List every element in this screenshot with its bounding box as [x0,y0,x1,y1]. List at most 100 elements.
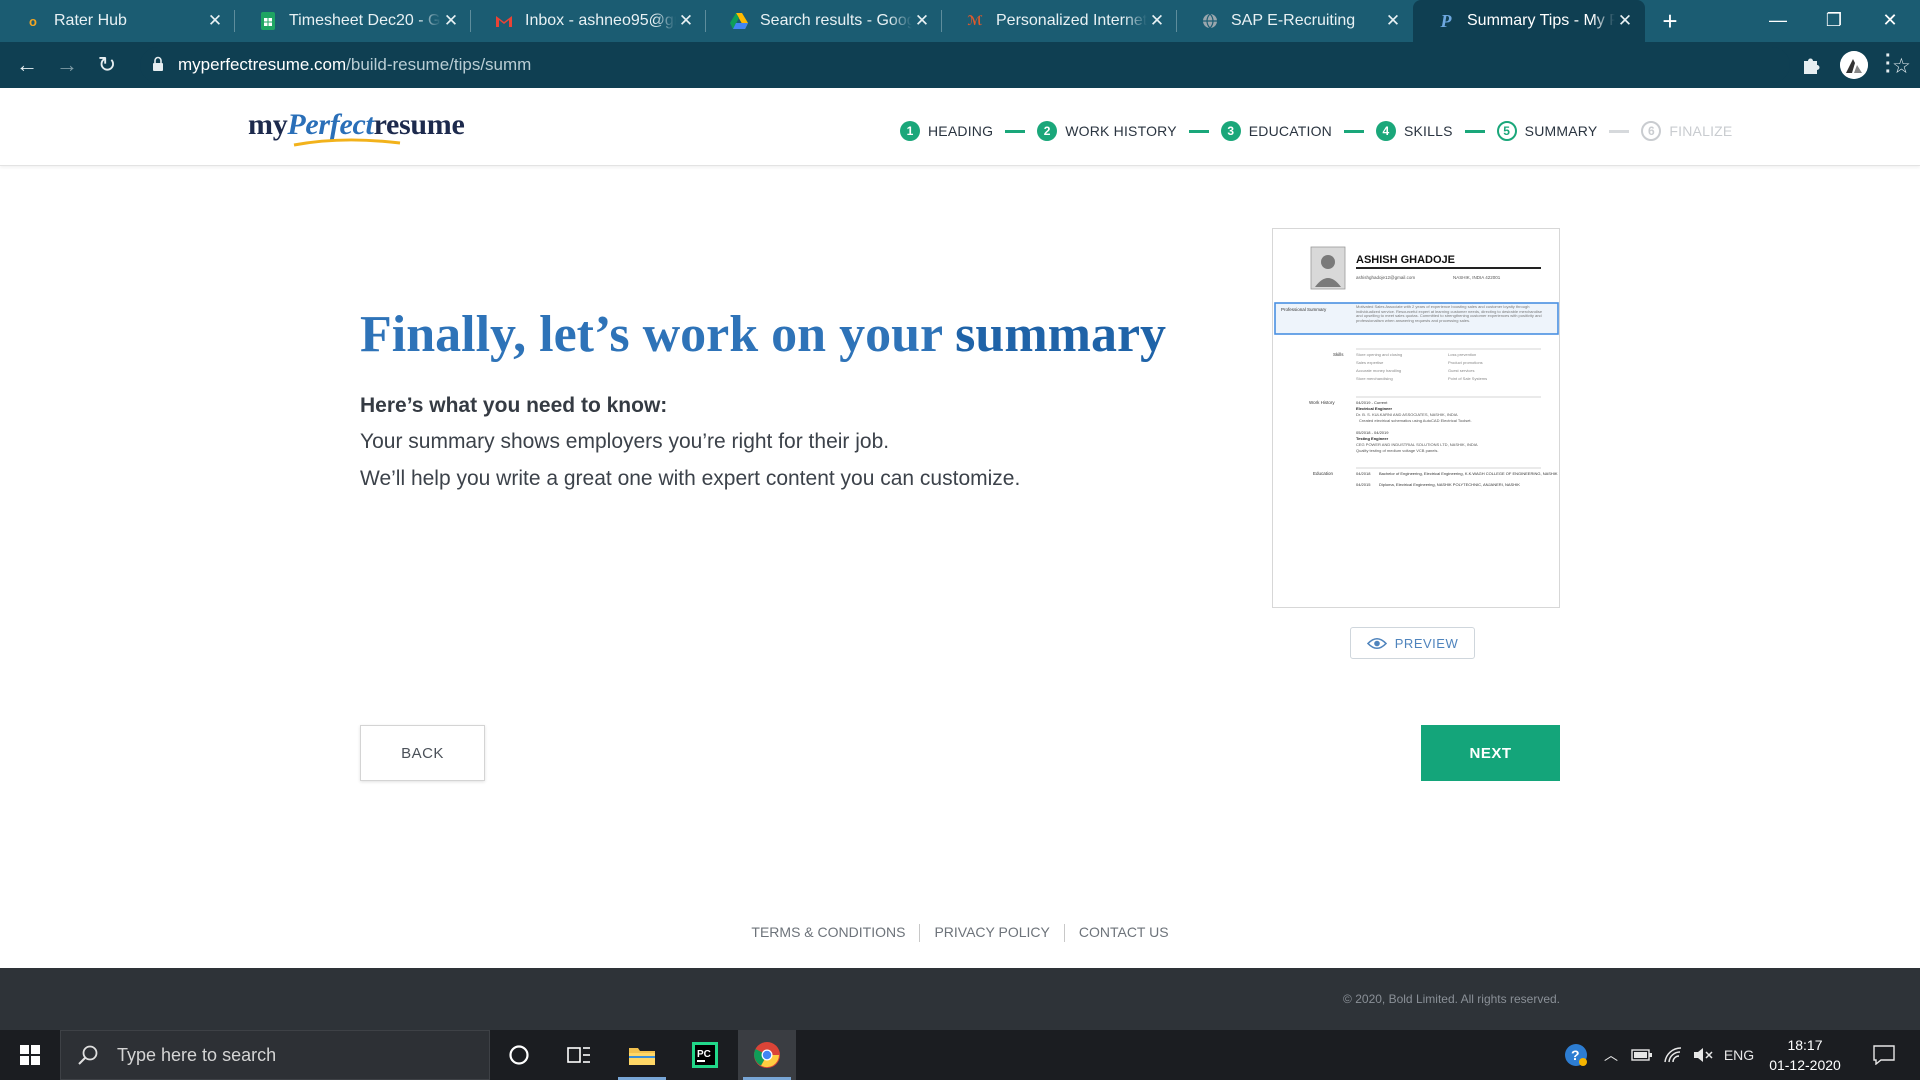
step-connector [1464,129,1485,133]
svg-text:Bachelor of Engineering, Elect: Bachelor of Engineering, Electrical Engi… [1379,471,1558,476]
tab-rater-hub[interactable]: o Rater Hub ✕ [0,0,235,42]
close-tab-icon[interactable]: ✕ [1615,11,1635,31]
taskbar-search-input[interactable]: Type here to search [60,1030,490,1080]
forward-arrow-icon[interactable]: → [52,50,82,80]
tab-sap-e-recruiting[interactable]: SAP E-Recruiting ✕ [1177,0,1413,42]
menu-kebab-icon[interactable]: · · · [1885,46,1892,82]
svg-text:CEG POWER AND INDUSTRIAL SOLUT: CEG POWER AND INDUSTRIAL SOLUTIONS LTD, … [1356,442,1478,447]
close-tab-icon[interactable]: ✕ [676,11,696,31]
tab-summary-tips[interactable]: P Summary Tips - My Perfect Resume ✕ [1413,0,1645,42]
svg-text:Loss prevention: Loss prevention [1448,352,1476,357]
step-badge: 6 [1641,121,1662,141]
resume-email: ashishghadoje12@gmail.com [1356,275,1415,280]
privacy-link[interactable]: PRIVACY POLICY [920,924,1063,942]
notification-icon[interactable] [1864,1030,1904,1080]
chrome-icon[interactable] [738,1030,796,1080]
language-indicator[interactable]: ENG [1722,1030,1756,1080]
clock-time: 18:17 [1787,1037,1823,1053]
step-connector [1609,129,1630,133]
resume-name: ASHISH GHADOJE [1356,254,1455,266]
preview-button[interactable]: PREVIEW [1350,627,1475,659]
svg-text:Dr. B. S. KULKARNI AND ASSOCIA: Dr. B. S. KULKARNI AND ASSOCIATES, NASHI… [1356,412,1458,417]
minimize-button[interactable]: — [1750,0,1806,42]
page-footer: © 2020, Bold Limited. All rights reserve… [0,968,1920,1030]
lock-icon [153,56,163,71]
myperfectresume-logo[interactable]: myPerfectresume [248,108,465,147]
windows-start-icon[interactable] [0,1030,60,1080]
step-label: SKILLS [1403,123,1453,139]
next-button[interactable]: NEXT [1421,725,1560,781]
search-icon [78,1045,98,1065]
tab-timesheet[interactable]: Timesheet Dec20 - Google Sheets ✕ [235,0,471,42]
svg-text:04/2015: 04/2015 [1356,482,1371,487]
step-label: HEADING [928,123,994,139]
logo-swoosh-icon [293,138,401,147]
help-icon[interactable]: ? [1560,1030,1592,1080]
close-tab-icon[interactable]: ✕ [205,11,225,31]
step-badge: 4 [1375,121,1396,141]
battery-icon[interactable] [1628,1030,1656,1080]
photo-avatar-icon [1310,246,1346,290]
taskbar-clock[interactable]: 18:17 01-12-2020 [1760,1035,1850,1075]
tab-personalized-ads[interactable]: ℳ Personalized Internet Ads ✕ [942,0,1177,42]
wifi-icon[interactable] [1660,1030,1686,1080]
summary-text: Motivated Sales Associate with 2 years o… [1356,305,1543,323]
step-education[interactable]: 3 EDUCATION [1220,121,1332,141]
close-tab-icon[interactable]: ✕ [1383,11,1403,31]
svg-text:Product promotions: Product promotions [1448,360,1483,365]
pycharm-icon[interactable]: PC [676,1030,734,1080]
svg-text:Accurate money handling: Accurate money handling [1356,368,1401,373]
resume-preview-thumbnail[interactable]: ASHISH GHADOJE ashishghadoje12@gmail.com… [1272,228,1560,608]
profile-avatar[interactable] [1840,51,1868,79]
tab-google-drive[interactable]: Search results - Google Drive ✕ [706,0,942,42]
restore-button[interactable]: ❐ [1806,0,1862,42]
google-sheets-icon [259,12,277,30]
volume-muted-icon[interactable] [1690,1030,1716,1080]
section-skills: Skills [1333,352,1344,357]
intro-line-2: We’ll help you write a great one with ex… [360,467,1021,490]
chevron-up-icon[interactable]: ︿ [1600,1030,1622,1080]
copyright-text: © 2020, Bold Limited. All rights reserve… [1343,992,1560,1006]
close-tab-icon[interactable]: ✕ [441,11,461,31]
section-summary: Professional Summary [1281,307,1327,312]
rater-hub-favicon-icon: o [29,13,37,29]
close-tab-icon[interactable]: ✕ [1147,11,1167,31]
new-tab-button[interactable]: + [1655,6,1685,36]
close-window-button[interactable]: ✕ [1862,0,1918,42]
progress-stepper: 1 HEADING 2 WORK HISTORY 3 EDUCATION 4 S… [900,120,1732,142]
contact-link[interactable]: CONTACT US [1065,924,1183,942]
svg-text:Store merchandising: Store merchandising [1356,376,1393,381]
terms-link[interactable]: TERMS & CONDITIONS [737,924,919,942]
page-title: Finally, let’s work on your summary [360,306,1167,363]
reload-icon[interactable]: ↻ [92,50,122,80]
step-heading[interactable]: 1 HEADING [900,121,993,141]
step-skills[interactable]: 4 SKILLS [1375,121,1453,141]
gmail-icon [495,12,513,30]
address-bar[interactable]: myperfectresume.com/build-resume/tips/su… [140,47,1911,83]
svg-text:Quality testing of medium volt: Quality testing of medium voltage VCB pa… [1356,448,1439,453]
intro-line-1: Your summary shows employers you’re righ… [360,430,890,453]
tab-title: Search results - Google Drive [760,12,912,29]
step-badge: 3 [1220,121,1241,141]
preview-label: PREVIEW [1394,635,1459,651]
close-tab-icon[interactable]: ✕ [912,11,932,31]
resume-location: NASHIK, INDIA 422001 [1453,275,1501,280]
step-label: EDUCATION [1248,123,1332,139]
extensions-puzzle-icon[interactable] [1800,54,1822,76]
step-connector [1005,129,1026,133]
step-work-history[interactable]: 2 WORK HISTORY [1037,121,1177,141]
bookmark-star-icon[interactable]: ☆ [1892,54,1911,79]
cortana-icon[interactable] [490,1030,548,1080]
eye-icon [1366,637,1387,649]
step-summary[interactable]: 5 SUMMARY [1496,121,1598,141]
section-work: Work History [1309,400,1335,405]
back-button[interactable]: BACK [360,725,485,781]
back-arrow-icon[interactable]: ← [12,50,42,80]
file-explorer-icon[interactable] [613,1030,671,1080]
tab-gmail[interactable]: Inbox - ashneo95@gmail.com ✕ [471,0,706,42]
step-label: WORK HISTORY [1065,123,1177,139]
svg-text:Created electrical schematics: Created electrical schematics using Auto… [1359,418,1472,423]
globe-icon [1201,12,1219,30]
google-drive-icon [730,12,748,30]
task-view-icon[interactable] [550,1030,608,1080]
